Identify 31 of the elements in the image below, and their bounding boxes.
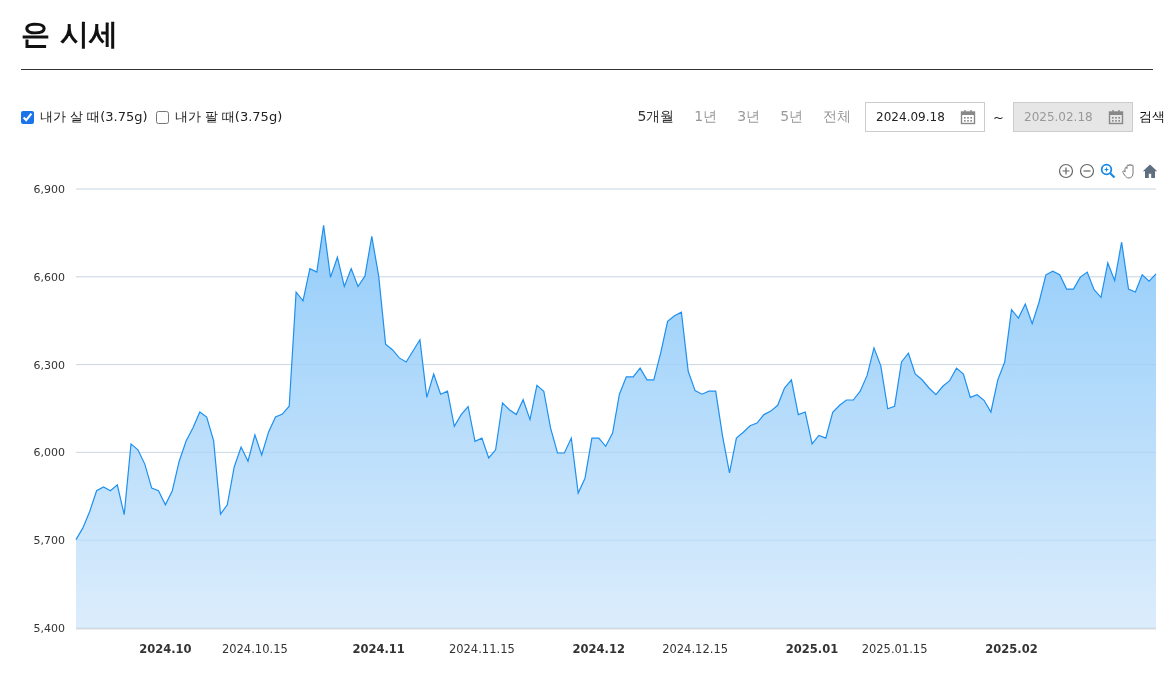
x-axis-label: 2024.12: [572, 642, 625, 656]
checkbox[interactable]: [21, 110, 34, 124]
range-separator: ~: [993, 109, 1004, 125]
hand-icon[interactable]: [1121, 163, 1137, 179]
x-axis-label: 2024.11: [352, 642, 405, 656]
x-axis-label: 2024.11.15: [448, 642, 515, 656]
checkbox-label[interactable]: 내가 팔 때(3.75g): [174, 108, 283, 126]
checkbox-label[interactable]: 내가 살 때(3.75g): [40, 108, 148, 126]
page-title: 은 시세: [21, 15, 119, 53]
search-icon[interactable]: [1100, 163, 1116, 179]
y-axis-label: 6,900: [33, 183, 65, 196]
calendar-icon[interactable]: [960, 109, 977, 125]
zoom-out-icon[interactable]: [1079, 163, 1095, 179]
checkbox[interactable]: [155, 110, 169, 124]
x-axis-label: 2024.10: [139, 642, 192, 656]
y-axis-label: 5,400: [33, 622, 65, 635]
y-axis-label: 6,300: [33, 358, 65, 372]
y-axis-label: 5,700: [33, 534, 65, 548]
x-axis-label: 2025.02: [985, 642, 1038, 656]
y-axis-label: 6,600: [33, 270, 65, 284]
x-axis-label: 2025.01.15: [861, 642, 928, 656]
home-icon[interactable]: [1142, 163, 1158, 179]
x-axis-label: 2024.12.15: [662, 642, 729, 656]
date-field[interactable]: 2024.09.18: [865, 102, 986, 132]
zoom-in-icon[interactable]: [1058, 163, 1074, 179]
y-axis-label: 6,000: [33, 446, 65, 460]
search-button[interactable]: 검색: [1139, 108, 1165, 126]
calendar-icon[interactable]: [1108, 109, 1124, 125]
x-axis-label: 2024.10.15: [221, 642, 288, 656]
period-tab[interactable]: 5개월: [637, 108, 675, 126]
x-axis-label: 2025.01: [785, 642, 839, 656]
